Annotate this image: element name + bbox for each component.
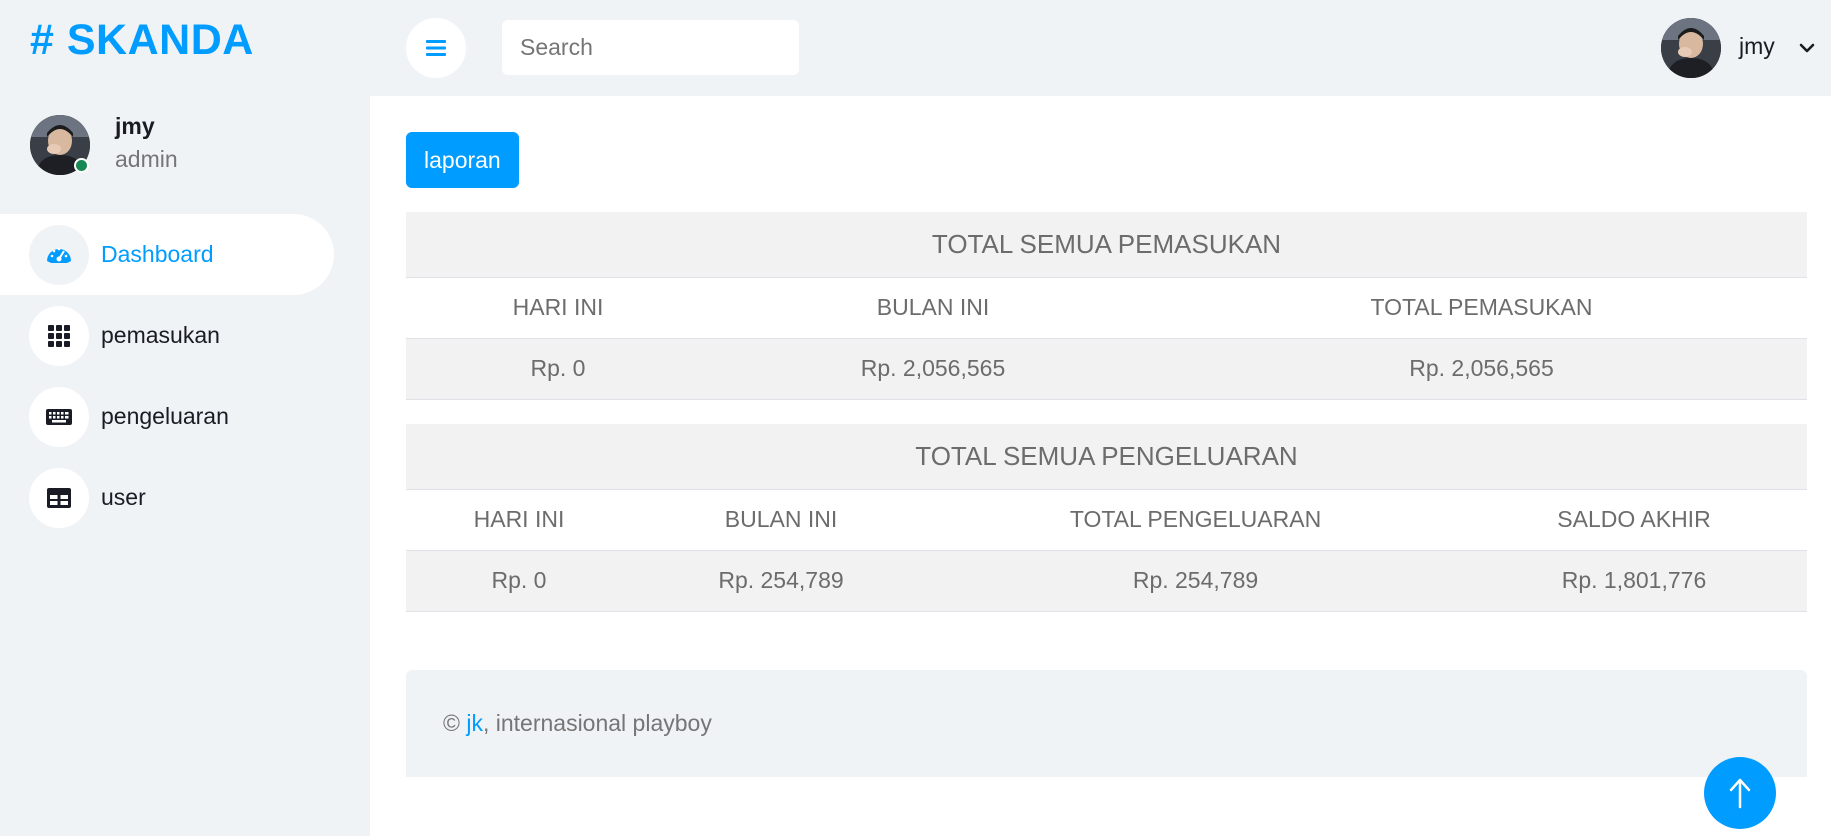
expense-header-balance: SALDO AKHIR [1461,489,1807,551]
income-value-month: Rp. 2,056,565 [710,338,1156,400]
arrow-up-icon [1729,778,1751,809]
brand-logo[interactable]: # SKANDA [30,16,254,65]
keyboard-icon [29,386,89,447]
search-input[interactable] [502,20,799,75]
sidebar-item-pengeluaran[interactable]: pengeluaran [0,376,334,457]
sidebar: # SKANDA jmy admin Dashboard pemasukan p… [0,0,370,836]
expense-table-title: TOTAL SEMUA PENGELUARAN [406,424,1807,490]
user-dropdown[interactable]: jmy [1651,0,1831,96]
expense-summary-table: TOTAL SEMUA PENGELUARAN HARI INI BULAN I… [406,424,1807,612]
profile-role: admin [115,146,178,172]
brand-name: SKANDA [66,16,254,64]
income-table-title: TOTAL SEMUA PEMASUKAN [406,212,1807,278]
profile-name: jmy [115,113,155,139]
copyright-symbol: © [443,710,460,736]
topbar: jmy [370,0,1831,96]
income-summary-table: TOTAL SEMUA PEMASUKAN HARI INI BULAN INI… [406,212,1807,400]
expense-value-today: Rp. 0 [406,550,632,612]
sidebar-item-pemasukan[interactable]: pemasukan [0,295,334,376]
online-status-indicator [74,158,89,173]
sidebar-item-label: pengeluaran [101,403,229,429]
back-to-top-button[interactable] [1704,757,1776,829]
income-value-total: Rp. 2,056,565 [1156,338,1807,400]
hamburger-menu-icon [426,40,446,56]
income-value-today: Rp. 0 [406,338,710,400]
sidebar-item-label: pemasukan [101,322,220,348]
user-photo-icon [1661,18,1721,78]
sidebar-item-label: user [101,484,146,510]
main-content: laporan TOTAL SEMUA PEMASUKAN HARI INI B… [370,96,1831,836]
income-header-today: HARI INI [406,277,710,339]
expense-value-total: Rp. 254,789 [930,550,1461,612]
income-header-total: TOTAL PEMASUKAN [1156,277,1807,339]
sidebar-item-label: Dashboard [101,241,214,267]
table-icon [29,467,89,528]
footer-link[interactable]: jk [466,710,483,736]
speedometer-icon [29,224,89,285]
expense-value-balance: Rp. 1,801,776 [1461,550,1807,612]
sidebar-item-user[interactable]: user [0,457,334,538]
topbar-user-name: jmy [1739,33,1775,59]
income-header-month: BULAN INI [710,277,1156,339]
grid-icon [29,305,89,366]
chevron-down-icon [1799,43,1815,53]
sidebar-nav: Dashboard pemasukan pengeluaran user [0,214,370,538]
footer-suffix: , internasional playboy [482,710,712,736]
report-button[interactable]: laporan [406,132,519,188]
footer-text: © jk, internasional playboy [443,710,712,737]
brand-hash-symbol: # [30,16,55,64]
expense-header-month: BULAN INI [632,489,930,551]
sidebar-item-dashboard[interactable]: Dashboard [0,214,334,295]
expense-header-total: TOTAL PENGELUARAN [930,489,1461,551]
expense-header-today: HARI INI [406,489,632,551]
sidebar-toggle-button[interactable] [406,18,466,78]
expense-value-month: Rp. 254,789 [632,550,930,612]
footer: © jk, internasional playboy [406,670,1807,777]
